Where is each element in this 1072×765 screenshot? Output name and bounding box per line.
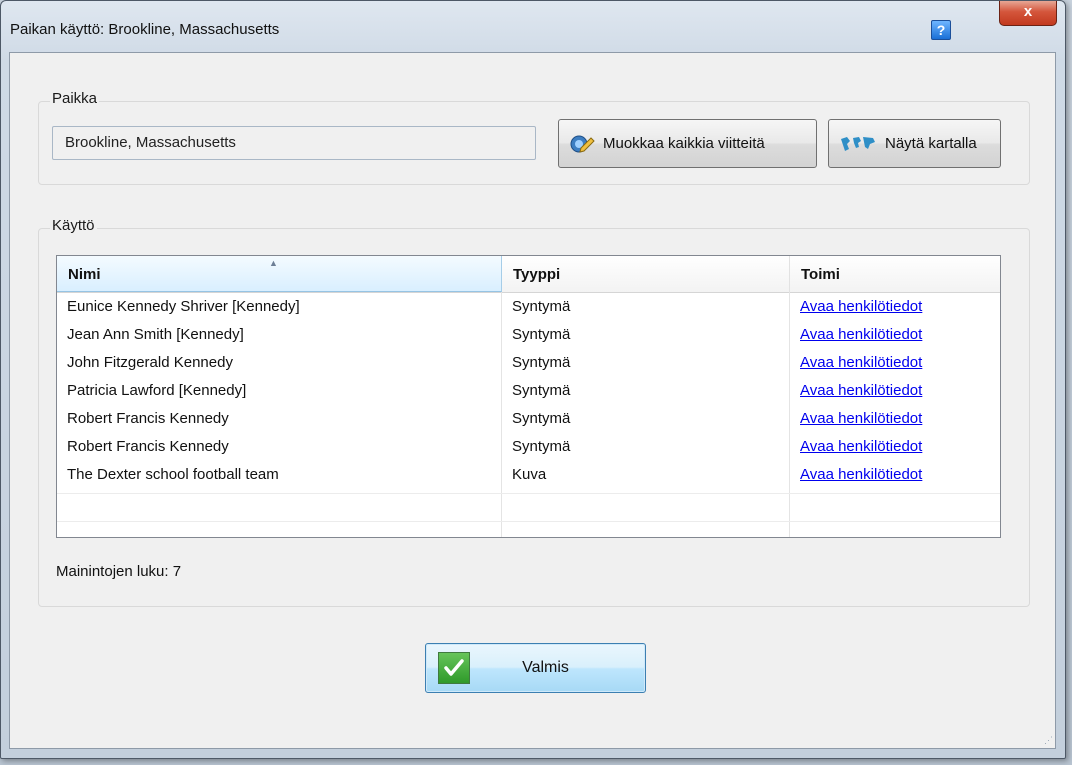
sort-ascending-icon: ▲ (269, 258, 278, 268)
table-row[interactable]: Robert Francis Kennedy Syntymä Avaa henk… (57, 432, 1000, 460)
world-map-icon (839, 135, 877, 153)
resize-grip-icon[interactable]: ⋰ (1044, 735, 1053, 746)
edit-references-icon (569, 134, 595, 154)
table-row[interactable]: Eunice Kennedy Shriver [Kennedy] Syntymä… (57, 292, 1000, 320)
cell-type: Kuva (512, 466, 547, 483)
column-header-action-label: Toimi (801, 266, 840, 283)
open-person-link[interactable]: Avaa henkilötiedot (790, 292, 1000, 320)
cell-type: Syntymä (512, 354, 571, 371)
open-person-link[interactable]: Avaa henkilötiedot (790, 348, 1000, 376)
row-divider (57, 521, 1000, 522)
table-row[interactable]: The Dexter school football team Kuva Ava… (57, 460, 1000, 488)
cell-type: Syntymä (512, 410, 571, 427)
column-header-action[interactable]: Toimi (790, 256, 1000, 292)
cell-name: Jean Ann Smith [Kennedy] (67, 326, 244, 343)
usage-group-legend: Käyttö (50, 217, 97, 234)
table-row[interactable]: Patricia Lawford [Kennedy] Syntymä Avaa … (57, 376, 1000, 404)
close-icon: x (1023, 3, 1033, 20)
open-person-link[interactable]: Avaa henkilötiedot (790, 432, 1000, 460)
table-header: Nimi ▲ Tyyppi Toimi (57, 256, 1000, 293)
cell-type: Syntymä (512, 298, 571, 315)
close-button[interactable]: x (999, 1, 1057, 26)
column-header-type-label: Tyyppi (513, 266, 561, 283)
show-on-map-label: Näytä kartalla (885, 135, 977, 152)
cell-name: Robert Francis Kennedy (67, 438, 229, 455)
title-bar[interactable]: Paikan käyttö: Brookline, Massachusetts … (1, 1, 1065, 53)
column-header-type[interactable]: Tyyppi (502, 256, 790, 292)
cell-name: John Fitzgerald Kennedy (67, 354, 233, 371)
cell-name: The Dexter school football team (67, 466, 279, 483)
cell-name: Patricia Lawford [Kennedy] (67, 382, 247, 399)
window-title: Paikan käyttö: Brookline, Massachusetts (10, 21, 280, 38)
open-person-link[interactable]: Avaa henkilötiedot (790, 320, 1000, 348)
cell-type: Syntymä (512, 326, 571, 343)
table-row[interactable]: Robert Francis Kennedy Syntymä Avaa henk… (57, 404, 1000, 432)
cell-name: Robert Francis Kennedy (67, 410, 229, 427)
place-field[interactable]: Brookline, Massachusetts (52, 126, 536, 160)
done-button-label: Valmis (522, 659, 569, 676)
done-button[interactable]: Valmis (425, 643, 646, 693)
column-header-name[interactable]: Nimi ▲ (57, 256, 502, 292)
help-button[interactable]: ? (931, 20, 951, 40)
edit-all-references-label: Muokkaa kaikkia viitteitä (603, 135, 765, 152)
open-person-link[interactable]: Avaa henkilötiedot (790, 376, 1000, 404)
mention-count: Mainintojen luku: 7 (56, 563, 182, 580)
edit-all-references-button[interactable]: Muokkaa kaikkia viitteitä (558, 119, 817, 168)
cell-type: Syntymä (512, 382, 571, 399)
cell-type: Syntymä (512, 438, 571, 455)
cell-name: Eunice Kennedy Shriver [Kennedy] (67, 298, 300, 315)
table-row[interactable]: Jean Ann Smith [Kennedy] Syntymä Avaa he… (57, 320, 1000, 348)
show-on-map-button[interactable]: Näytä kartalla (828, 119, 1001, 168)
usage-table: Nimi ▲ Tyyppi Toimi Eunice Kennedy Shriv… (56, 255, 1001, 538)
column-header-name-label: Nimi (68, 266, 101, 283)
open-person-link[interactable]: Avaa henkilötiedot (790, 404, 1000, 432)
table-row[interactable]: John Fitzgerald Kennedy Syntymä Avaa hen… (57, 348, 1000, 376)
place-group-legend: Paikka (50, 90, 100, 107)
open-person-link[interactable]: Avaa henkilötiedot (790, 460, 1000, 488)
row-divider (57, 493, 1000, 494)
